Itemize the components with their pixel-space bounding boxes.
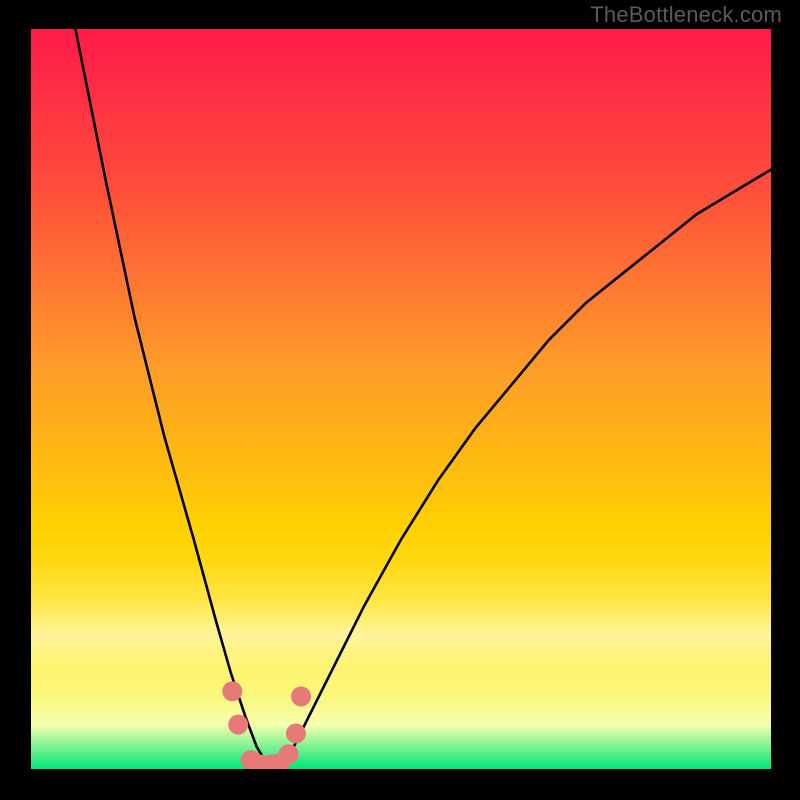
watermark-text: TheBottleneck.com	[590, 2, 782, 28]
data-point	[228, 715, 248, 735]
plot-area	[31, 29, 771, 769]
plot-svg	[31, 29, 771, 769]
data-point	[279, 744, 299, 764]
data-point	[222, 681, 242, 701]
data-point	[291, 686, 311, 706]
chart-frame: TheBottleneck.com	[0, 0, 800, 800]
data-point	[286, 723, 306, 743]
white-haze-band	[31, 562, 771, 695]
